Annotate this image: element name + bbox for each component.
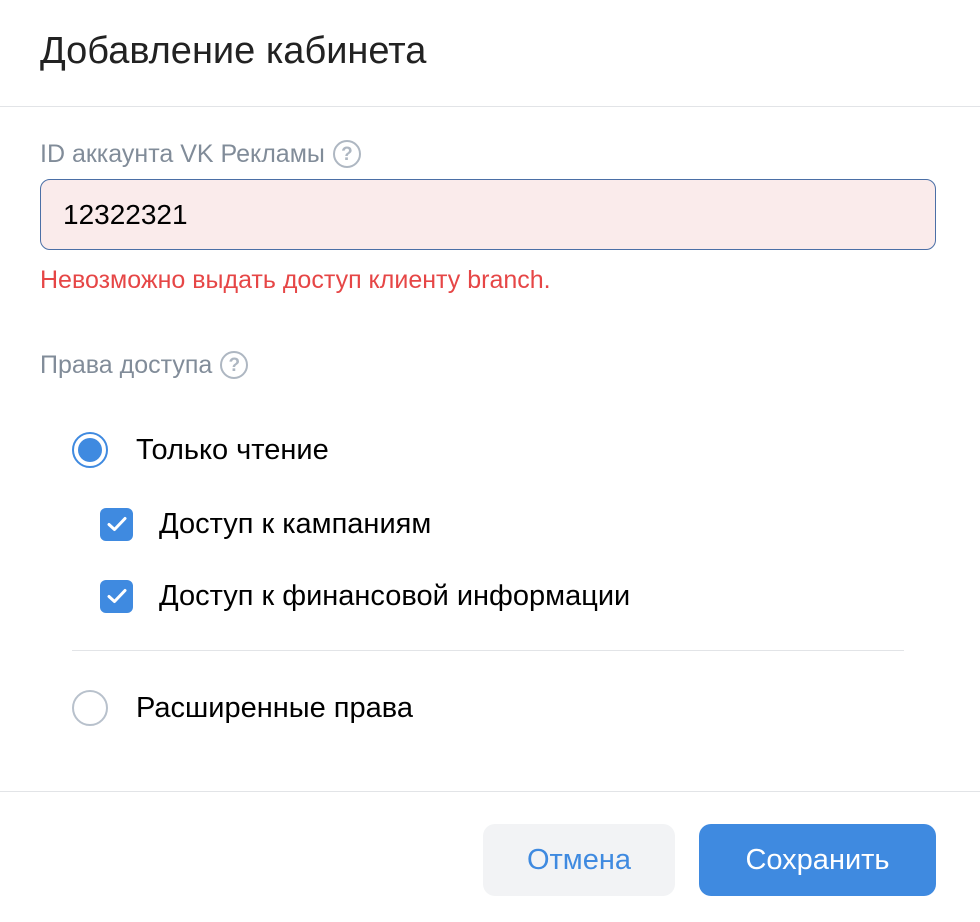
cancel-button[interactable]: Отмена <box>483 824 675 896</box>
checkbox-finance-access-label: Доступ к финансовой информации <box>159 580 631 612</box>
checkbox-finance-access[interactable]: Доступ к финансовой информации <box>100 578 630 614</box>
account-id-error: Невозможно выдать доступ клиенту branch. <box>40 266 551 294</box>
account-id-field[interactable] <box>40 179 936 250</box>
account-id-label-row: ID аккаунта VK Рекламы ? <box>40 138 361 170</box>
save-button[interactable]: Сохранить <box>699 824 936 896</box>
header-divider <box>0 106 980 107</box>
add-cabinet-dialog: Добавление кабинета ID аккаунта VK Рекла… <box>0 0 980 922</box>
dialog-title: Добавление кабинета <box>40 30 427 72</box>
radio-read-only-label: Только чтение <box>136 434 329 466</box>
access-rights-label: Права доступа <box>40 351 213 379</box>
checkbox-campaign-access[interactable]: Доступ к кампаниям <box>100 506 431 542</box>
radio-extended-rights-label: Расширенные права <box>136 692 413 724</box>
checkbox-checked[interactable] <box>100 579 133 613</box>
radio-button-checked[interactable] <box>72 432 108 468</box>
radio-button-unchecked[interactable] <box>72 690 108 726</box>
question-circle-icon[interactable]: ? <box>332 140 361 168</box>
checkbox-campaign-access-label: Доступ к кампаниям <box>159 508 432 540</box>
question-circle-icon[interactable]: ? <box>220 351 249 379</box>
radio-read-only[interactable]: Только чтение <box>72 432 329 468</box>
check-icon <box>107 589 126 603</box>
checkbox-checked[interactable] <box>100 507 133 541</box>
radio-extended-rights[interactable]: Расширенные права <box>72 690 413 726</box>
options-divider <box>72 650 904 651</box>
radio-dot <box>78 438 102 462</box>
account-id-label: ID аккаунта VK Рекламы <box>40 140 325 168</box>
check-icon <box>107 517 126 531</box>
footer-divider <box>0 791 980 792</box>
access-rights-label-row: Права доступа ? <box>40 349 249 381</box>
account-id-input[interactable] <box>63 198 913 231</box>
